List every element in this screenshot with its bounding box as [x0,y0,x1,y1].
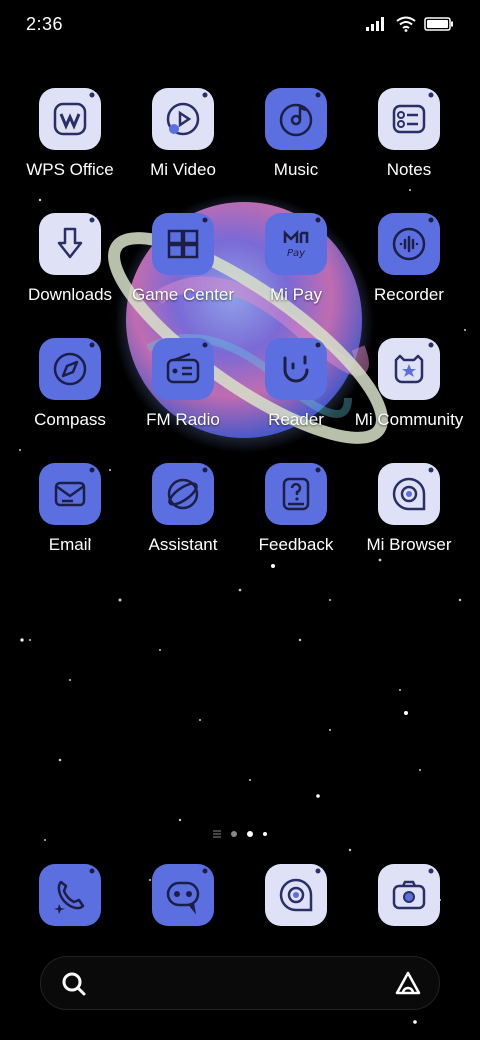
app-reader[interactable]: Reader [240,334,352,444]
reader-icon [265,338,327,400]
app-downloads[interactable]: Downloads [14,209,126,319]
app-label: Notes [386,160,432,179]
app-wps-office[interactable]: WPS Office [14,84,126,194]
browser-icon [265,864,327,926]
compass-icon [39,338,101,400]
app-label: Mi Video [150,160,216,179]
app-label: WPS Office [26,160,114,179]
wifi-icon [396,16,416,32]
app-label: Mi Community [354,410,464,429]
app-fm-radio[interactable]: FM Radio [127,334,239,444]
app-label: Email [48,535,92,554]
app-compass[interactable]: Compass [14,334,126,444]
menu-lines-icon [213,830,221,838]
status-icons [366,16,454,32]
signal-icon [366,17,384,31]
assistant-icon [152,463,214,525]
page-dot[interactable] [263,832,267,836]
app-email[interactable]: Email [14,459,126,569]
app-label: Game Center [131,285,235,304]
feedback-icon [265,463,327,525]
status-bar: 2:36 [0,0,480,52]
svg-text:Pay: Pay [287,248,306,259]
dock-camera[interactable] [353,860,465,930]
community-icon [378,338,440,400]
status-time: 2:36 [26,14,64,34]
app-mi-community[interactable]: Mi Community [353,334,465,444]
app-feedback[interactable]: Feedback [240,459,352,569]
app-label: Downloads [27,285,113,304]
app-notes[interactable]: Notes [353,84,465,194]
page-indicator[interactable] [0,830,480,838]
pay-icon: Pay [265,213,327,275]
app-label: Feedback [258,535,334,554]
page-dot-active[interactable] [247,831,253,837]
app-label: Compass [34,410,106,429]
dock-messages[interactable] [127,860,239,930]
app-mi-video[interactable]: Mi Video [127,84,239,194]
download-icon [39,213,101,275]
email-icon [39,463,101,525]
voice-assistant-icon[interactable] [393,969,423,999]
app-label: Mi Browser [366,535,452,554]
phone-icon [39,864,101,926]
search-bar[interactable] [40,956,440,1010]
app-label: Reader [268,410,324,429]
recorder-icon [378,213,440,275]
dock [0,860,480,930]
battery-icon [424,17,453,31]
page-dot[interactable] [231,831,237,837]
messages-icon [152,864,214,926]
game-icon [152,213,214,275]
notes-icon [378,88,440,150]
dock-browser[interactable] [240,860,352,930]
app-recorder[interactable]: Recorder [353,209,465,319]
radio-icon [152,338,214,400]
app-label: Music [273,160,319,179]
app-mi-pay[interactable]: Pay Mi Pay [240,209,352,319]
music-icon [265,88,327,150]
app-label: Mi Pay [270,285,322,304]
search-icon[interactable] [61,971,87,997]
wps-icon [39,88,101,150]
app-label: FM Radio [146,410,220,429]
app-mi-browser[interactable]: Mi Browser [353,459,465,569]
app-music[interactable]: Music [240,84,352,194]
app-assistant[interactable]: Assistant [127,459,239,569]
dock-phone[interactable] [14,860,126,930]
app-label: Recorder [374,285,444,304]
video-icon [152,88,214,150]
app-label: Assistant [148,535,218,554]
app-game-center[interactable]: Game Center [127,209,239,319]
browser-icon [378,463,440,525]
camera-icon [378,864,440,926]
